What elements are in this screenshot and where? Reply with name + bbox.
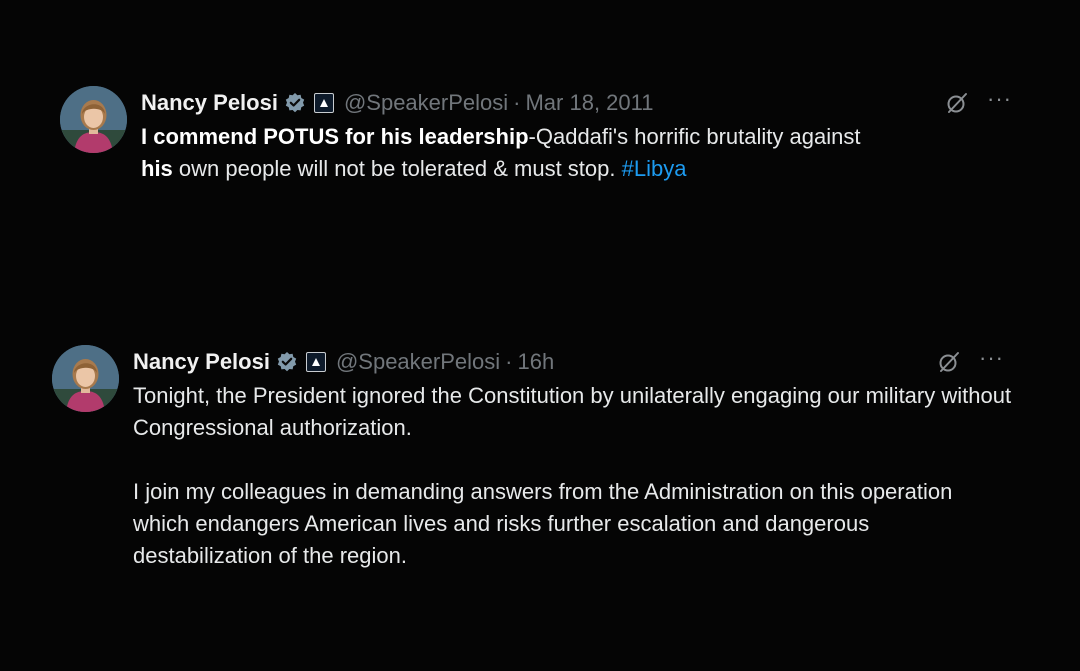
tweet-text-plain: own people will not be tolerated & must … bbox=[172, 156, 622, 181]
avatar[interactable] bbox=[60, 86, 127, 153]
more-options-icon[interactable]: ··· bbox=[979, 347, 1004, 369]
tweet-text-bold: his bbox=[141, 156, 173, 181]
avatar-image bbox=[52, 345, 119, 412]
grok-icon[interactable] bbox=[945, 91, 969, 115]
tweet-paragraph: I join my colleagues in demanding answer… bbox=[133, 479, 953, 568]
tweet-text: Tonight, the President ignored the Const… bbox=[133, 380, 1012, 572]
government-badge-icon bbox=[313, 93, 334, 113]
author-handle[interactable]: @SpeakerPelosi bbox=[336, 349, 500, 375]
avatar[interactable] bbox=[52, 345, 119, 412]
verified-badge-icon bbox=[276, 351, 298, 373]
author-name[interactable]: Nancy Pelosi bbox=[133, 349, 270, 375]
tweet-header: Nancy Pelosi @SpeakerPelosi · 16h ··· bbox=[133, 345, 1012, 379]
tweet-text: I commend POTUS for his leadership-Qadda… bbox=[141, 121, 1020, 185]
avatar-image bbox=[60, 86, 127, 153]
author-handle[interactable]: @SpeakerPelosi bbox=[344, 90, 508, 116]
screenshot-frame: Nancy Pelosi @SpeakerPelosi · Mar 18, 20… bbox=[0, 0, 1080, 671]
tweet-timestamp[interactable]: 16h bbox=[517, 349, 554, 375]
verified-badge-icon bbox=[284, 92, 306, 114]
grok-icon[interactable] bbox=[937, 350, 961, 374]
hashtag-link[interactable]: #Libya bbox=[622, 156, 687, 181]
tweet-timestamp[interactable]: Mar 18, 2011 bbox=[525, 90, 653, 116]
tweet-paragraph: Tonight, the President ignored the Const… bbox=[133, 383, 1012, 440]
tweet-card[interactable]: Nancy Pelosi @SpeakerPelosi · 16h ··· To… bbox=[52, 345, 1012, 572]
author-name[interactable]: Nancy Pelosi bbox=[141, 90, 278, 116]
tweet-header: Nancy Pelosi @SpeakerPelosi · Mar 18, 20… bbox=[141, 86, 1020, 120]
separator-dot: · bbox=[505, 349, 513, 374]
tweet-text-bold: I commend POTUS for his leadership bbox=[141, 124, 529, 149]
tweet-card[interactable]: Nancy Pelosi @SpeakerPelosi · Mar 18, 20… bbox=[60, 86, 1020, 185]
tweet-text-plain: -Qaddafi's horrific brutality against bbox=[528, 124, 861, 149]
separator-dot: · bbox=[513, 90, 521, 115]
government-badge-icon bbox=[305, 352, 326, 372]
more-options-icon[interactable]: ··· bbox=[987, 88, 1012, 110]
